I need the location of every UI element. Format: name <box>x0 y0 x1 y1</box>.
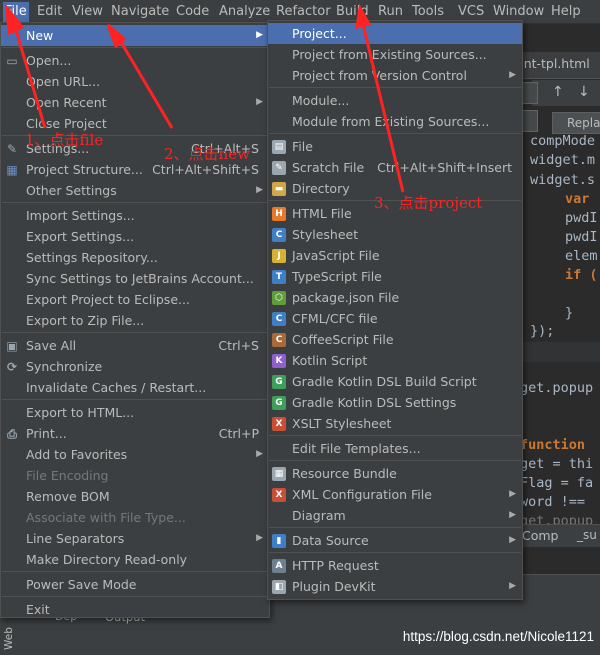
annotation-step2: 2、点击new <box>164 145 250 163</box>
arrow-step1 <box>5 3 47 129</box>
annotation-arrows <box>5 3 405 193</box>
arrow-step3 <box>355 3 405 193</box>
annotation-step1: 1、点击file <box>25 131 104 149</box>
annotation-step3: 3、点击project <box>374 194 483 212</box>
watermark: https://blog.csdn.net/Nicole1121 <box>402 629 594 644</box>
arrow-step2 <box>106 23 174 129</box>
